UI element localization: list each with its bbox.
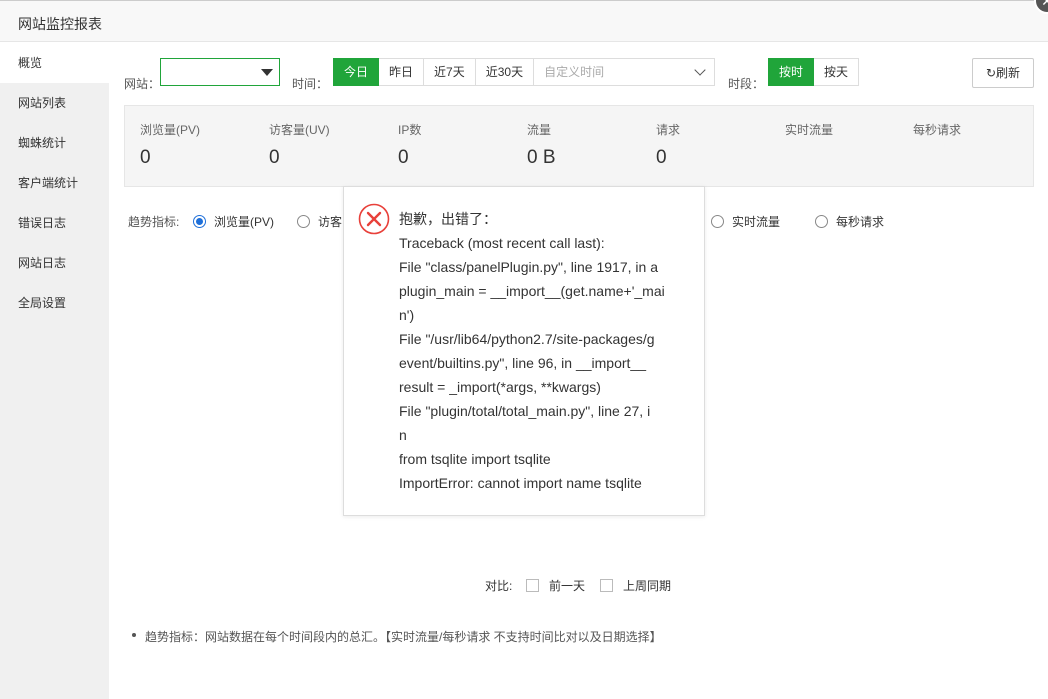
stat-value: 0	[269, 147, 280, 168]
sidebar-item-client-stats[interactable]: 客户端统计	[0, 163, 109, 203]
time-label: 时间：	[292, 77, 329, 91]
checkbox-icon	[600, 579, 613, 592]
stat-ip: IP数 0	[398, 121, 421, 169]
stat-pv: 浏览量(PV) 0	[140, 121, 200, 169]
checkbox-icon	[526, 579, 539, 592]
stat-uv: 访客量(UV) 0	[269, 121, 330, 169]
sidebar-item-error-log[interactable]: 错误日志	[0, 203, 109, 243]
trend-radio-uv[interactable]: 访客	[297, 213, 342, 230]
sidebar-item-spider-stats[interactable]: 蜘蛛统计	[0, 123, 109, 163]
time-range-group: 今日 昨日 近7天 近30天 自定义时间	[333, 58, 716, 86]
stat-requests-per-second: 每秒请求	[913, 121, 961, 147]
stat-label: 浏览量(PV)	[140, 123, 201, 137]
stat-label: 实时流量	[785, 123, 834, 137]
site-label: 网站：	[124, 77, 161, 91]
time-today-button[interactable]: 今日	[333, 58, 380, 86]
error-line: Traceback (most recent call last):	[399, 235, 605, 251]
period-hour-button[interactable]: 按时	[768, 58, 815, 86]
trend-note-text: 趋势指标：网站数据在每个时间段内的总汇。【实时流量/每秒请求 不支持时间比对以及…	[145, 630, 662, 644]
stat-value: 0 B	[527, 147, 556, 168]
stats-panel: 浏览量(PV) 0 访客量(UV) 0 IP数 0 流量 0 B 请求 0 实时…	[124, 105, 1034, 187]
compare-option-label: 前一天	[549, 579, 586, 593]
custom-time-placeholder: 自定义时间	[544, 65, 605, 79]
period-label: 时段：	[728, 77, 765, 91]
chevron-down-icon	[694, 64, 706, 76]
error-line: n	[399, 427, 407, 443]
trend-radio-requests-per-second[interactable]: 每秒请求	[815, 213, 884, 230]
trend-radio-realtime-traffic[interactable]: 实时流量	[711, 213, 780, 230]
stat-label: 请求	[656, 123, 681, 137]
error-line: File "class/panelPlugin.py", line 1917, …	[399, 259, 658, 275]
sidebar-item-site-list[interactable]: 网站列表	[0, 83, 109, 123]
plugin-window: 网站监控报表 ✕ 概览 网站列表 蜘蛛统计 客户端统计 错误日志 网站日志 全局…	[0, 0, 1048, 699]
stat-label: 访客量(UV)	[269, 123, 330, 137]
title-bar: 网站监控报表	[0, 0, 1048, 42]
compare-label: 对比:	[485, 579, 513, 593]
refresh-icon: ↻	[985, 66, 997, 80]
error-line: result = _import(*args, **kwargs)	[399, 379, 601, 395]
compare-option-label: 上周同期	[623, 579, 672, 593]
error-line: plugin_main = __import__(get.name+'_mai	[399, 283, 665, 299]
radio-unchecked-icon	[297, 215, 310, 228]
custom-time-picker[interactable]: 自定义时间	[534, 58, 716, 86]
trend-option-label: 实时流量	[732, 215, 781, 229]
time-7days-button[interactable]: 近7天	[424, 58, 476, 86]
bullet-icon	[132, 633, 136, 637]
error-title: 抱歉，出错了：	[399, 211, 497, 227]
error-line: n')	[399, 307, 415, 323]
refresh-button[interactable]: ↻刷新	[972, 58, 1034, 88]
close-icon: ✕	[1041, 0, 1048, 9]
trend-label: 趋势指标:	[128, 215, 180, 229]
site-select[interactable]	[160, 58, 280, 86]
compare-previous-day[interactable]: 前一天	[526, 577, 585, 594]
stat-realtime-traffic: 实时流量	[785, 121, 833, 147]
radio-unchecked-icon	[711, 215, 724, 228]
time-yesterday-button[interactable]: 昨日	[379, 58, 425, 86]
window-title: 网站监控报表	[18, 16, 102, 32]
error-dialog: 抱歉，出错了： Traceback (most recent call last…	[343, 186, 705, 516]
refresh-label: 刷新	[996, 66, 1021, 80]
sidebar: 概览 网站列表 蜘蛛统计 客户端统计 错误日志 网站日志 全局设置	[0, 43, 109, 699]
error-line: File "/usr/lib64/python2.7/site-packages…	[399, 331, 655, 347]
stat-value: 0	[140, 147, 151, 168]
period-group: 按时 按天	[768, 58, 860, 86]
trend-option-label: 每秒请求	[836, 215, 885, 229]
compare-last-week[interactable]: 上周同期	[600, 577, 671, 594]
error-message: 抱歉，出错了： Traceback (most recent call last…	[399, 207, 689, 495]
stat-value: 0	[398, 147, 409, 168]
error-line: event/builtins.py", line 96, in __import…	[399, 355, 647, 371]
trend-option-label: 访客	[318, 215, 343, 229]
stat-label: 流量	[527, 123, 552, 137]
stat-label: 每秒请求	[913, 123, 962, 137]
stat-value: 0	[656, 147, 667, 168]
trend-option-label: 浏览量(PV)	[214, 215, 275, 229]
error-line: File "plugin/total/total_main.py", line …	[399, 403, 651, 419]
time-30days-button[interactable]: 近30天	[475, 58, 535, 86]
radio-unchecked-icon	[815, 215, 828, 228]
error-line: from tsqlite import tsqlite	[399, 451, 551, 467]
stat-label: IP数	[398, 123, 422, 137]
trend-note: 趋势指标：网站数据在每个时间段内的总汇。【实时流量/每秒请求 不支持时间比对以及…	[132, 628, 662, 645]
trend-radio-pv[interactable]: 浏览量(PV)	[193, 213, 274, 230]
stat-requests: 请求 0	[656, 121, 680, 169]
error-icon	[358, 203, 390, 235]
sidebar-item-site-log[interactable]: 网站日志	[0, 243, 109, 283]
sidebar-item-overview[interactable]: 概览	[0, 43, 109, 83]
radio-checked-icon	[193, 215, 206, 228]
period-day-button[interactable]: 按天	[814, 58, 860, 86]
sidebar-item-global-settings[interactable]: 全局设置	[0, 283, 109, 323]
caret-down-icon	[261, 69, 273, 76]
error-line: ImportError: cannot import name tsqlite	[399, 475, 642, 491]
stat-traffic: 流量 0 B	[527, 121, 556, 169]
